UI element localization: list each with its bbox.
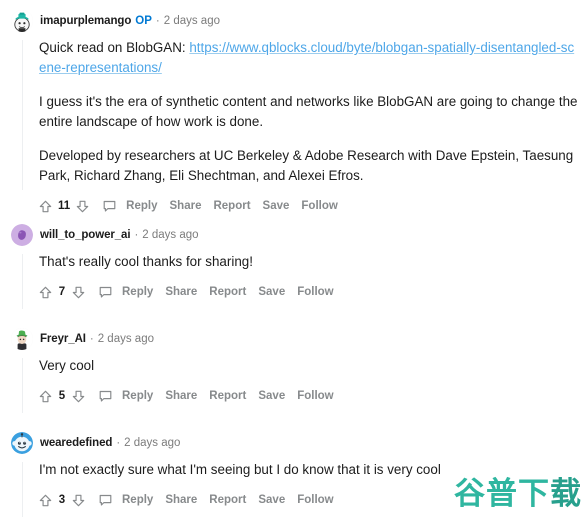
comment-author[interactable]: wearedefined — [40, 437, 112, 449]
thread-line[interactable] — [22, 462, 23, 517]
reply-button[interactable]: Reply — [126, 200, 157, 212]
comment-timestamp: 2 days ago — [124, 437, 181, 449]
comment-3: Freyr_AI · 2 days ago Very cool 5 Reply … — [0, 328, 588, 413]
comment-meta: will_to_power_ai · 2 days ago — [40, 229, 199, 241]
comment-paragraph: That's really cool thanks for sharing! — [39, 254, 253, 269]
snoo-teal-hat-avatar[interactable] — [11, 10, 33, 32]
comment-header: Freyr_AI · 2 days ago — [0, 328, 588, 350]
comment-paragraph: Developed by researchers at UC Berkeley … — [39, 148, 574, 183]
meta-separator: · — [134, 229, 139, 241]
downvote-icon[interactable] — [69, 387, 88, 406]
share-button[interactable]: Share — [165, 494, 197, 506]
save-button[interactable]: Save — [263, 200, 290, 212]
comment-actions: 11 Reply Share Report Save Follow — [36, 195, 588, 217]
downvote-icon[interactable] — [73, 197, 92, 216]
share-button[interactable]: Share — [165, 390, 197, 402]
meta-separator: · — [89, 333, 94, 345]
share-button[interactable]: Share — [170, 200, 202, 212]
comment-body: Very cool — [39, 356, 588, 376]
vote-score: 3 — [58, 494, 66, 506]
green-hat-character-avatar[interactable] — [11, 328, 33, 350]
reply-button[interactable]: Reply — [122, 286, 153, 298]
follow-button[interactable]: Follow — [297, 390, 333, 402]
upvote-icon[interactable] — [36, 491, 55, 510]
blue-snoo-avatar[interactable] — [11, 432, 33, 454]
follow-button[interactable]: Follow — [301, 200, 337, 212]
comment-paragraph: Very cool — [39, 358, 95, 373]
meta-separator: · — [116, 437, 121, 449]
comment-body: That's really cool thanks for sharing! — [39, 252, 588, 272]
vote-score: 11 — [58, 200, 71, 212]
comment-2: will_to_power_ai · 2 days ago That's rea… — [0, 224, 588, 309]
watermark-text-tail: 载 — [550, 476, 582, 512]
reply-button[interactable]: Reply — [122, 494, 153, 506]
purple-blob-avatar[interactable] — [11, 224, 33, 246]
save-button[interactable]: Save — [258, 286, 285, 298]
comment-author[interactable]: Freyr_AI — [40, 333, 86, 345]
comment-meta: wearedefined · 2 days ago — [40, 437, 180, 449]
save-button[interactable]: Save — [258, 390, 285, 402]
comment-header: wearedefined · 2 days ago — [0, 432, 588, 454]
comment-bubble-icon[interactable] — [95, 387, 115, 406]
reply-button[interactable]: Reply — [122, 390, 153, 402]
comment-author[interactable]: imapurplemango — [40, 15, 131, 27]
comment-timestamp: 2 days ago — [142, 229, 199, 241]
paragraph-text: Quick read on BlobGAN: — [39, 40, 190, 55]
comment-paragraph: Quick read on BlobGAN: https://www.qbloc… — [39, 38, 580, 78]
comment-meta: Freyr_AI · 2 days ago — [40, 333, 154, 345]
site-watermark: 谷普下载 — [454, 479, 582, 510]
comment-body: Quick read on BlobGAN: https://www.qbloc… — [39, 38, 588, 186]
comment-author[interactable]: will_to_power_ai — [40, 229, 131, 241]
watermark-text-main: 谷普下 — [454, 476, 550, 512]
thread-line[interactable] — [22, 40, 23, 190]
comment-bubble-icon[interactable] — [95, 283, 115, 302]
report-button[interactable]: Report — [209, 494, 246, 506]
vote-score: 5 — [58, 390, 66, 402]
comment-meta: imapurplemango OP · 2 days ago — [40, 15, 220, 27]
comment-1: imapurplemango OP · 2 days ago Quick rea… — [0, 10, 588, 217]
follow-button[interactable]: Follow — [297, 286, 333, 298]
share-button[interactable]: Share — [165, 286, 197, 298]
downvote-icon[interactable] — [69, 283, 88, 302]
downvote-icon[interactable] — [69, 491, 88, 510]
upvote-icon[interactable] — [36, 387, 55, 406]
report-button[interactable]: Report — [209, 390, 246, 402]
comment-header: imapurplemango OP · 2 days ago — [0, 10, 588, 32]
comment-actions: 7 Reply Share Report Save Follow — [36, 281, 588, 303]
comment-actions: 5 Reply Share Report Save Follow — [36, 385, 588, 407]
comment-bubble-icon[interactable] — [99, 197, 119, 216]
report-button[interactable]: Report — [209, 286, 246, 298]
save-button[interactable]: Save — [258, 494, 285, 506]
comment-timestamp: 2 days ago — [97, 333, 154, 345]
thread-line[interactable] — [22, 358, 23, 413]
comment-header: will_to_power_ai · 2 days ago — [0, 224, 588, 246]
op-badge: OP — [135, 15, 152, 27]
thread-line[interactable] — [22, 254, 23, 309]
meta-separator: · — [155, 15, 160, 27]
comment-timestamp: 2 days ago — [163, 15, 220, 27]
comment-thread: imapurplemango OP · 2 days ago Quick rea… — [0, 0, 588, 517]
comment-paragraph: I guess it's the era of synthetic conten… — [39, 94, 578, 129]
report-button[interactable]: Report — [213, 200, 250, 212]
upvote-icon[interactable] — [36, 197, 55, 216]
vote-score: 7 — [58, 286, 66, 298]
upvote-icon[interactable] — [36, 283, 55, 302]
comment-bubble-icon[interactable] — [95, 491, 115, 510]
follow-button[interactable]: Follow — [297, 494, 333, 506]
